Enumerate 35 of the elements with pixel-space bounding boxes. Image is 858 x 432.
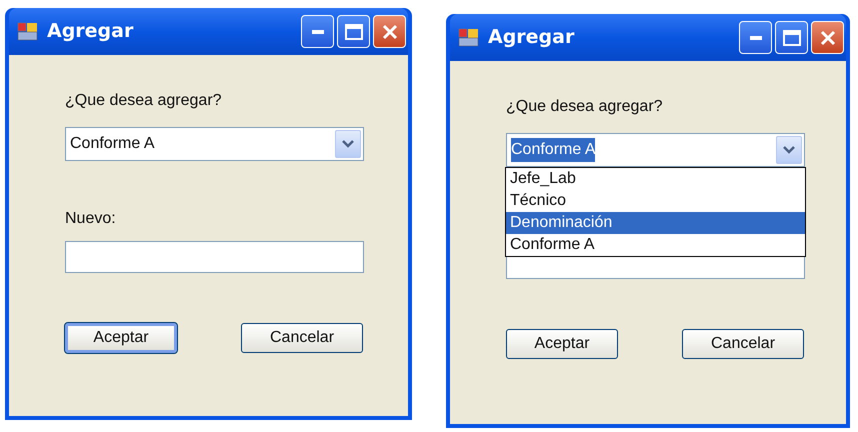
- close-button[interactable]: [373, 15, 406, 48]
- prompt-label: ¿Que desea agregar?: [506, 97, 664, 117]
- minimize-button[interactable]: [739, 21, 772, 54]
- input-field[interactable]: [65, 241, 364, 273]
- maximize-icon: [782, 30, 800, 46]
- minimize-icon: [750, 36, 762, 40]
- dialog-button[interactable]: Aceptar: [65, 323, 177, 353]
- app-icon: [458, 28, 480, 48]
- close-icon: [818, 28, 836, 46]
- dropdown-button[interactable]: [776, 136, 802, 164]
- dropdown-option[interactable]: Conforme A: [506, 234, 805, 256]
- dropdown-option[interactable]: Denominación: [506, 212, 805, 234]
- minimize-button[interactable]: [301, 15, 334, 48]
- window-title: Agregar: [488, 25, 574, 50]
- close-button[interactable]: [811, 21, 844, 54]
- combo-box[interactable]: Conforme A: [65, 127, 364, 161]
- dropdown-option[interactable]: Técnico: [506, 190, 805, 212]
- maximize-button[interactable]: [775, 21, 808, 54]
- caret-icon: [783, 146, 795, 154]
- dropdown-button[interactable]: [335, 130, 361, 158]
- dropdown-option[interactable]: Jefe_Lab: [506, 168, 805, 190]
- maximize-icon: [344, 24, 362, 40]
- window-title: Agregar: [47, 19, 134, 44]
- combo-value: Conforme A: [511, 138, 596, 162]
- dialog-button[interactable]: Cancelar: [682, 329, 804, 359]
- caret-icon: [342, 140, 354, 148]
- prompt-label: ¿Que desea agregar?: [65, 91, 223, 111]
- app-icon: [17, 22, 39, 42]
- minimize-icon: [312, 30, 324, 34]
- new-label: Nuevo:: [65, 209, 117, 229]
- dialog-button[interactable]: Aceptar: [506, 329, 618, 359]
- close-icon: [380, 22, 398, 40]
- combo-value: Conforme A: [70, 134, 154, 154]
- maximize-button[interactable]: [337, 15, 370, 48]
- dialog-button[interactable]: Cancelar: [241, 323, 363, 353]
